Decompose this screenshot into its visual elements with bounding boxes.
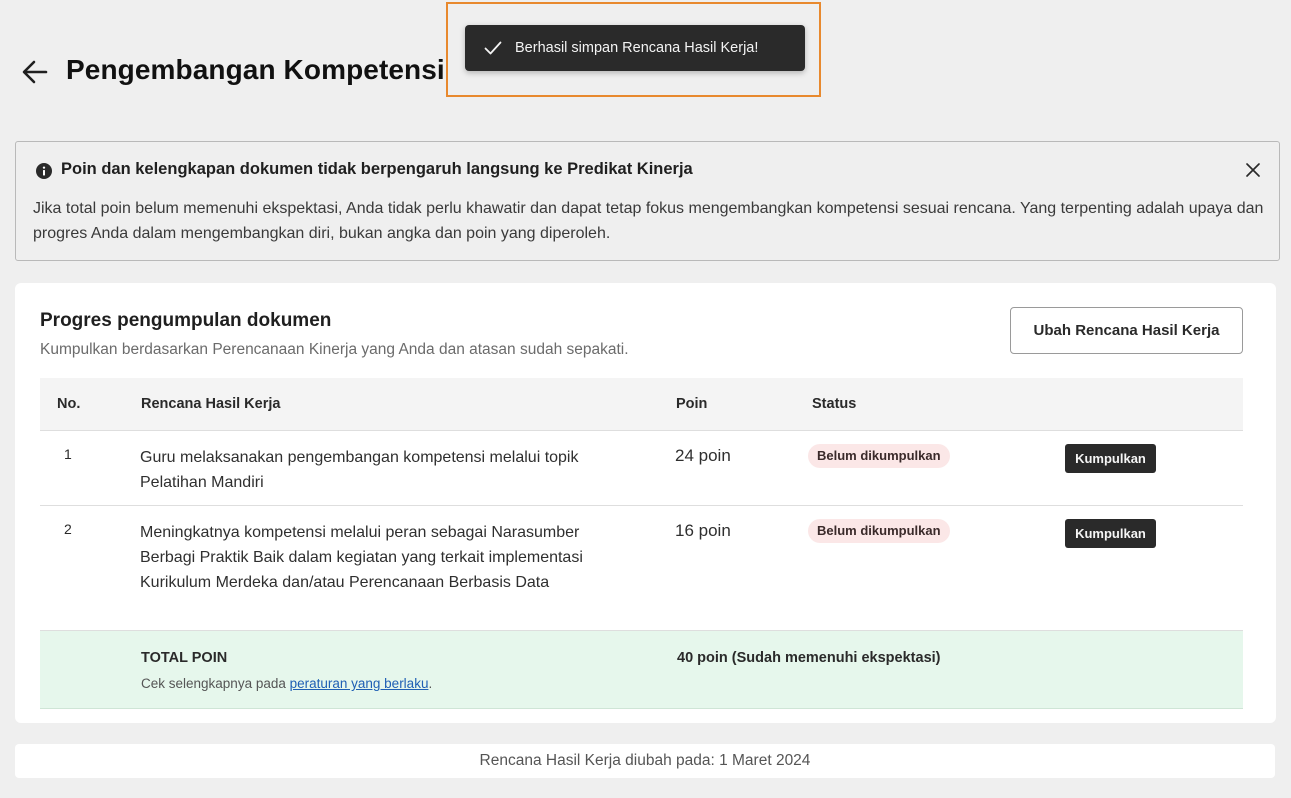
alert-body: Jika total poin belum memenuhi ekspektas… <box>33 200 1264 242</box>
close-icon[interactable] <box>1245 162 1261 178</box>
info-icon <box>36 163 52 179</box>
check-icon <box>484 41 502 55</box>
last-updated-bar: Rencana Hasil Kerja diubah pada: 1 Maret… <box>15 744 1275 778</box>
document-progress-card: Progres pengumpulan dokumen Kumpulkan be… <box>15 283 1276 723</box>
table-row: 2 Meningkatnya kompetensi melalui peran … <box>40 506 1243 631</box>
alert-title: Poin dan kelengkapan dokumen tidak berpe… <box>61 160 693 178</box>
total-label: TOTAL POIN <box>141 650 228 666</box>
column-header-plan: Rencana Hasil Kerja <box>141 396 281 412</box>
row-plan: Guru melaksanakan pengembangan kompetens… <box>140 449 579 491</box>
submit-button[interactable]: Kumpulkan <box>1065 519 1156 548</box>
row-number: 1 <box>64 446 72 462</box>
total-note-suffix: . <box>428 676 433 691</box>
submit-button[interactable]: Kumpulkan <box>1065 444 1156 473</box>
regulation-link[interactable]: peraturan yang berlaku <box>290 676 429 691</box>
toast-message: Berhasil simpan Rencana Hasil Kerja! <box>515 40 759 56</box>
row-poin: 24 poin <box>675 446 731 465</box>
total-note: Cek selengkapnya pada peraturan yang ber… <box>141 676 432 691</box>
column-header-no: No. <box>57 396 81 412</box>
success-toast: Berhasil simpan Rencana Hasil Kerja! <box>465 25 805 71</box>
status-badge: Belum dikumpulkan <box>808 444 950 468</box>
row-plan: Meningkatnya kompetensi melalui peran se… <box>140 524 583 591</box>
card-subtitle: Kumpulkan berdasarkan Perencanaan Kinerj… <box>40 341 629 358</box>
total-note-prefix: Cek selengkapnya pada <box>141 676 290 691</box>
page-title: Pengembangan Kompetensi <box>66 54 445 85</box>
column-header-poin: Poin <box>676 396 708 412</box>
table-row: 1 Guru melaksanakan pengembangan kompete… <box>40 431 1243 506</box>
back-arrow-icon[interactable] <box>20 57 50 87</box>
total-value: 40 poin (Sudah memenuhi ekspektasi) <box>677 650 941 666</box>
edit-work-plan-button[interactable]: Ubah Rencana Hasil Kerja <box>1010 307 1243 354</box>
row-poin: 16 poin <box>675 521 731 540</box>
total-row: TOTAL POIN Cek selengkapnya pada peratur… <box>40 631 1243 709</box>
row-number: 2 <box>64 521 72 537</box>
table-header: No. Rencana Hasil Kerja Poin Status <box>40 378 1243 431</box>
info-alert: Poin dan kelengkapan dokumen tidak berpe… <box>15 141 1280 261</box>
column-header-status: Status <box>812 396 857 412</box>
card-title: Progres pengumpulan dokumen <box>40 310 332 331</box>
status-badge: Belum dikumpulkan <box>808 519 950 543</box>
